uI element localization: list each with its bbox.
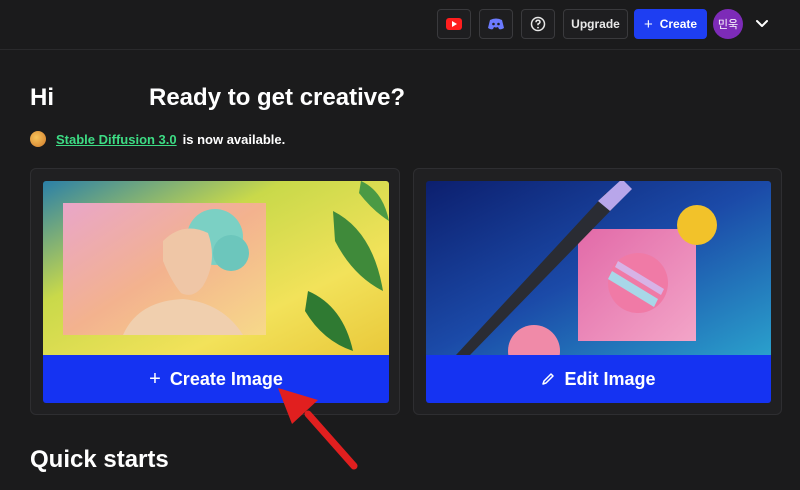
help-circle-icon — [530, 16, 546, 32]
avatar[interactable]: 민욱 — [713, 9, 743, 39]
edit-image-illustration — [426, 181, 771, 355]
stable-diffusion-link[interactable]: Stable Diffusion 3.0 — [56, 132, 177, 147]
create-image-card[interactable]: + Create Image — [30, 168, 400, 415]
youtube-icon — [446, 18, 462, 30]
edit-image-card[interactable]: Edit Image — [413, 168, 782, 415]
greeting-hi: Hi — [30, 84, 54, 111]
chevron-down-icon[interactable] — [752, 14, 772, 34]
party-face-icon — [30, 131, 46, 147]
discord-button[interactable] — [479, 9, 513, 39]
edit-image-button[interactable]: Edit Image — [426, 355, 771, 403]
create-button-label: Create — [659, 17, 698, 31]
discord-icon — [488, 18, 504, 30]
create-image-label: Create Image — [169, 368, 283, 389]
plus-icon: + — [149, 367, 161, 390]
help-button[interactable] — [521, 9, 555, 39]
pencil-icon — [541, 372, 555, 386]
plus-icon: + — [643, 15, 653, 33]
create-image-illustration — [43, 181, 389, 355]
top-bar: Upgrade + Create 민욱 — [0, 0, 800, 50]
annotation-arrow-icon — [278, 388, 358, 470]
quick-starts-heading: Quick starts — [30, 446, 169, 473]
page-title: Ready to get creative? — [149, 84, 406, 111]
announcement: Stable Diffusion 3.0 is now available. — [30, 131, 285, 147]
announcement-text: is now available. — [182, 131, 286, 147]
edit-image-label: Edit Image — [564, 368, 656, 389]
upgrade-button[interactable]: Upgrade — [563, 9, 628, 39]
youtube-button[interactable] — [437, 9, 471, 39]
create-button[interactable]: + Create — [634, 9, 707, 39]
